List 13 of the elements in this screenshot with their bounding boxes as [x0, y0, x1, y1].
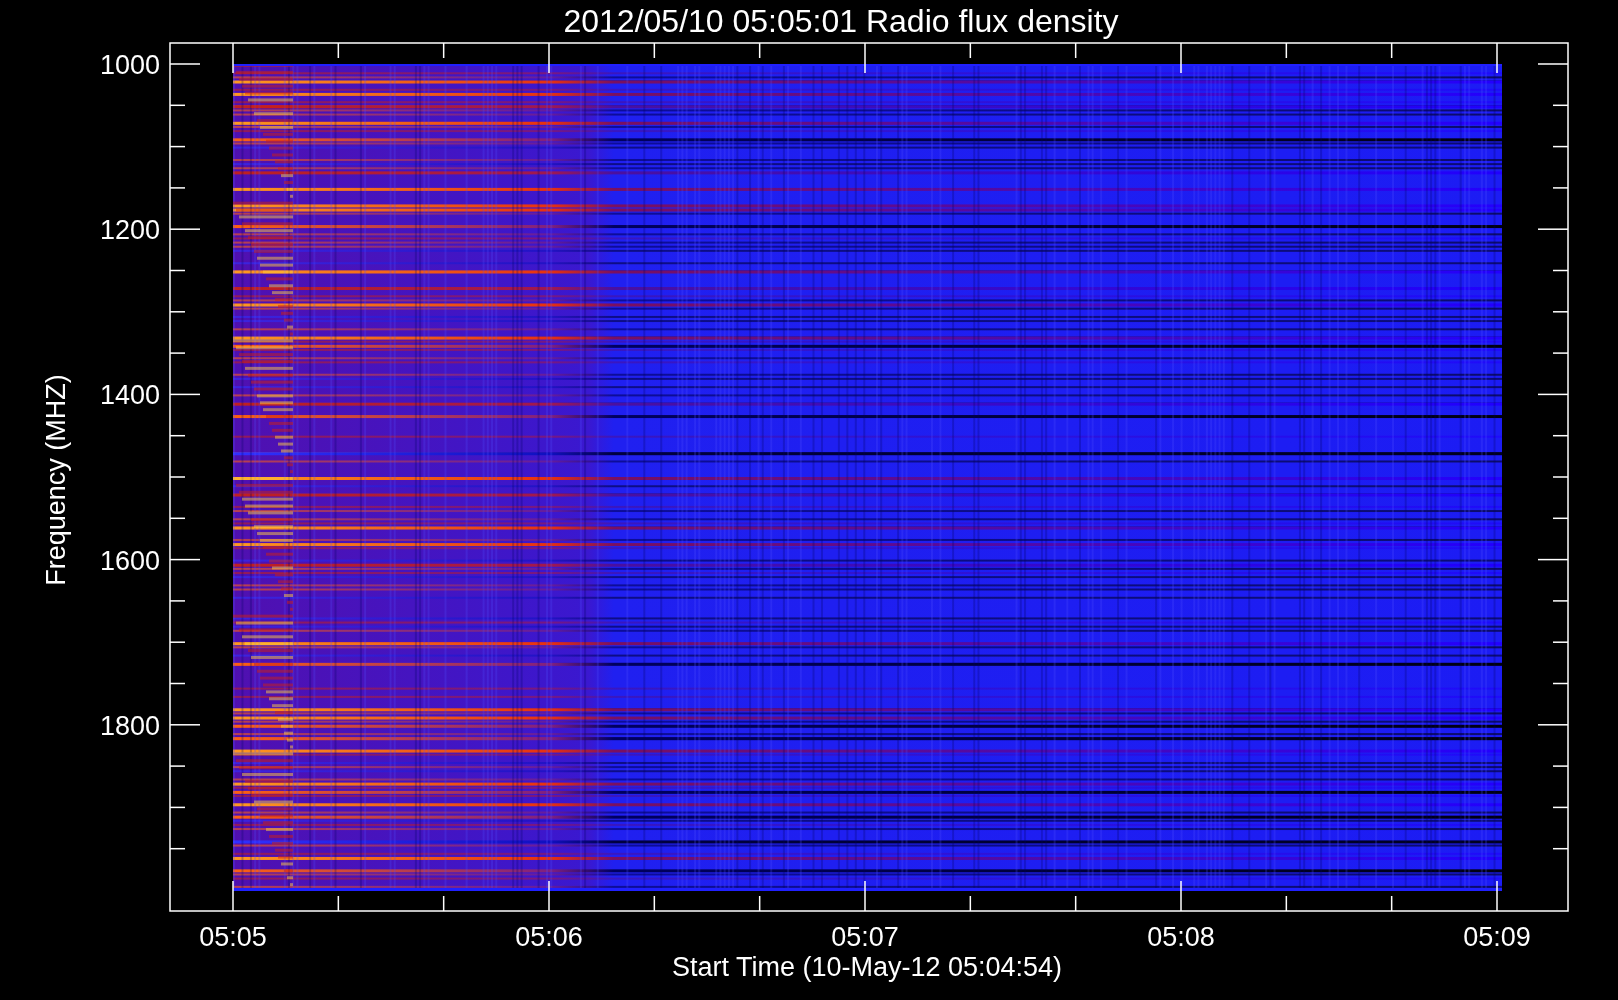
x-axis-label: Start Time (10-May-12 05:04:54) — [671, 952, 1063, 982]
plot-title: 2012/05/10 05:05:01 Radio flux density — [563, 3, 1119, 39]
y-tick-label: 1400 — [99, 380, 160, 411]
x-tick-label: 05:06 — [515, 922, 583, 952]
x-tick-label: 05:05 — [199, 922, 267, 952]
x-tick-label: 05:07 — [831, 922, 899, 952]
y-tick-label: 1000 — [99, 50, 160, 80]
x-tick-label: 05:09 — [1463, 922, 1531, 952]
y-axis-label: Frequency (MHZ) — [41, 374, 71, 586]
y-tick-label: 1600 — [99, 545, 160, 576]
y-tick-label: 1800 — [99, 710, 160, 741]
x-tick-label: 05:08 — [1147, 922, 1215, 952]
y-tick-label: 1200 — [99, 215, 160, 246]
